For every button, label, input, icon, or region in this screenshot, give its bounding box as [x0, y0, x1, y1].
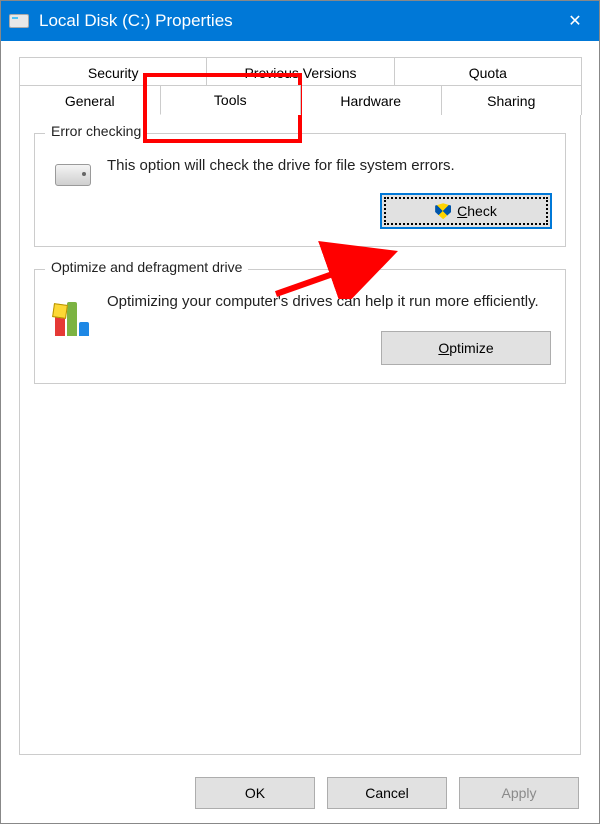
dialog-footer: OK Cancel Apply — [195, 777, 579, 809]
apply-button[interactable]: Apply — [459, 777, 579, 809]
optimize-button[interactable]: Optimize — [381, 331, 551, 365]
optimize-text: Optimizing your computer's drives can he… — [107, 292, 551, 312]
optimize-button-label: Optimize — [438, 340, 493, 356]
error-checking-legend: Error checking — [45, 123, 147, 139]
window-title: Local Disk (C:) Properties — [39, 11, 233, 31]
check-button-label: Check — [457, 203, 497, 219]
optimize-legend: Optimize and defragment drive — [45, 259, 248, 275]
cancel-button[interactable]: Cancel — [327, 777, 447, 809]
tab-security[interactable]: Security — [19, 57, 207, 87]
check-button[interactable]: Check — [381, 194, 551, 228]
titlebar: Local Disk (C:) Properties ✕ — [1, 1, 599, 41]
optimize-group: Optimize and defragment drive Optimizing… — [34, 269, 566, 383]
tab-strip: Security Previous Versions Quota General… — [19, 57, 581, 115]
tab-sharing[interactable]: Sharing — [441, 85, 583, 115]
defrag-icon — [55, 300, 91, 336]
tab-hardware[interactable]: Hardware — [300, 85, 442, 115]
tab-general[interactable]: General — [19, 85, 161, 115]
tab-tools[interactable]: Tools — [160, 85, 302, 115]
drive-icon — [9, 14, 29, 28]
hard-drive-icon — [55, 164, 91, 186]
tab-panel: Error checking This option will check th… — [19, 115, 581, 755]
close-button[interactable]: ✕ — [551, 1, 599, 41]
error-checking-text: This option will check the drive for fil… — [107, 156, 551, 176]
tab-previous-versions[interactable]: Previous Versions — [206, 57, 394, 87]
tab-quota[interactable]: Quota — [394, 57, 582, 87]
uac-shield-icon — [435, 203, 451, 219]
error-checking-group: Error checking This option will check th… — [34, 133, 566, 247]
ok-button[interactable]: OK — [195, 777, 315, 809]
